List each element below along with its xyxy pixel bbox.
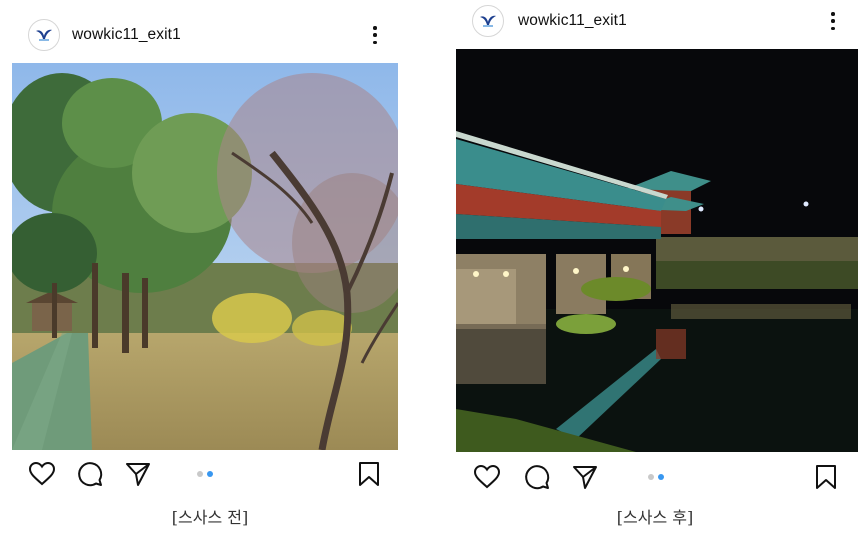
bookmark-icon[interactable]	[812, 463, 840, 491]
share-icon[interactable]	[124, 460, 152, 488]
heart-icon[interactable]	[28, 460, 56, 488]
night-bridge-photo	[456, 49, 858, 452]
share-icon[interactable]	[571, 463, 599, 491]
bird-logo-icon	[36, 29, 52, 41]
post-after: wowkic11_exit1 [스사스 후]	[440, 0, 868, 541]
post-header: wowkic11_exit1	[0, 17, 420, 53]
post-before: wowkic11_exit1 [스사스 전]	[0, 0, 420, 541]
carousel-dot	[648, 474, 654, 480]
caption: [스사스 전]	[171, 508, 249, 527]
avatar[interactable]	[28, 19, 60, 51]
carousel-dot	[197, 471, 203, 477]
post-actions	[0, 460, 420, 490]
carousel-indicator	[648, 474, 664, 480]
more-options-icon[interactable]	[370, 24, 380, 46]
post-header: wowkic11_exit1	[440, 3, 868, 39]
carousel-dot-active	[658, 474, 664, 480]
park-trees-photo	[12, 63, 398, 450]
post-photo-park[interactable]	[12, 63, 398, 450]
post-photo-bridge[interactable]	[456, 49, 858, 452]
post-actions	[440, 463, 868, 493]
comment-icon[interactable]	[76, 460, 104, 488]
caption: [스사스 후]	[616, 508, 694, 527]
bird-logo-icon	[480, 15, 496, 27]
username[interactable]: wowkic11_exit1	[72, 26, 181, 44]
bookmark-icon[interactable]	[355, 460, 383, 488]
heart-icon[interactable]	[473, 463, 501, 491]
more-options-icon[interactable]	[828, 10, 838, 32]
avatar[interactable]	[472, 5, 504, 37]
carousel-indicator	[197, 471, 213, 477]
carousel-dot-active	[207, 471, 213, 477]
username[interactable]: wowkic11_exit1	[518, 12, 627, 30]
comment-icon[interactable]	[523, 463, 551, 491]
